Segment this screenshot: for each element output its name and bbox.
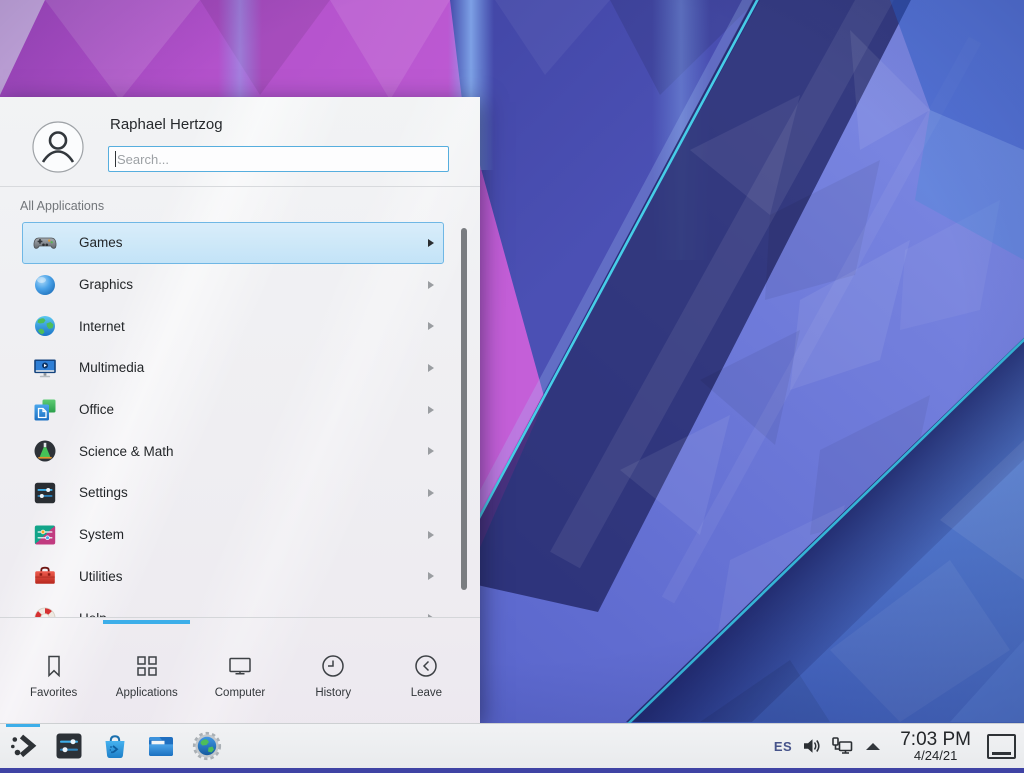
network-icon[interactable] [832,737,854,755]
category-label: Internet [79,319,125,334]
user-avatar[interactable] [32,121,84,173]
submenu-arrow-icon [428,322,434,330]
submenu-arrow-icon [428,364,434,372]
volume-icon[interactable] [802,737,822,755]
submenu-arrow-icon [428,489,434,497]
tab-leave[interactable]: Leave [380,625,473,723]
clock-icon [319,652,347,680]
help-lifebuoy-icon [32,605,58,617]
category-row-office[interactable]: Office [22,389,444,431]
text-cursor [115,151,116,167]
tray-expand-arrow-icon[interactable] [866,743,880,750]
clock-time: 7:03 PM [900,730,971,749]
discover-button[interactable] [100,731,130,761]
discover-bag-icon [100,731,130,761]
submenu-arrow-icon [428,281,434,289]
search-field-wrap [108,146,449,172]
category-row-help[interactable]: Help [22,597,444,617]
category-row-science[interactable]: Science & Math [22,430,444,472]
submenu-arrow-icon [428,531,434,539]
category-label: Office [79,402,114,417]
graphics-sphere-icon [32,272,58,298]
tab-label: Leave [411,687,442,699]
active-tab-indicator [103,620,190,624]
bookmark-icon [40,652,68,680]
category-row-games[interactable]: Games [22,222,444,264]
user-name: Raphael Hertzog [110,116,223,133]
gamepad-icon [32,230,58,256]
office-documents-icon [32,397,58,423]
system-sliders-icon [32,522,58,548]
category-label: Settings [79,485,128,500]
submenu-arrow-icon [428,447,434,455]
category-label: Games [79,235,123,250]
taskbar-launchers [0,731,222,761]
search-input[interactable] [108,146,449,172]
leave-circle-icon [412,652,440,680]
app-grid-icon [133,652,161,680]
category-row-settings[interactable]: Settings [22,472,444,514]
category-row-graphics[interactable]: Graphics [22,264,444,306]
dolphin-file-manager-button[interactable] [146,731,176,761]
keyboard-layout-indicator[interactable]: ES [774,739,792,754]
settings-sliders-icon [32,480,58,506]
tab-favorites[interactable]: Favorites [7,625,100,723]
clock-date: 4/24/21 [900,749,971,762]
tab-label: Computer [215,687,266,699]
tab-history[interactable]: History [287,625,380,723]
kde-plasma-logo-icon [8,731,38,761]
system-tray: ES 7:03 PM 4/24/21 [774,730,1024,763]
list-scrollbar[interactable] [461,228,467,590]
submenu-arrow-icon [428,239,434,247]
category-row-system[interactable]: System [22,514,444,556]
tab-label: Favorites [30,687,77,699]
show-desktop-button[interactable] [987,734,1016,759]
submenu-arrow-icon [428,572,434,580]
category-label: Graphics [79,277,133,292]
konqueror-browser-button[interactable] [192,731,222,761]
system-settings-button[interactable] [54,731,84,761]
tab-computer[interactable]: Computer [193,625,286,723]
section-label: All Applications [20,199,104,213]
taskbar-panel: ES 7:03 PM 4/24/21 [0,723,1024,768]
category-row-utilities[interactable]: Utilities [22,556,444,598]
submenu-arrow-icon [428,406,434,414]
kickoff-launcher-button[interactable] [8,731,38,761]
monitor-icon [226,652,254,680]
category-row-internet[interactable]: Internet [22,305,444,347]
tab-label: History [315,687,351,699]
application-category-list: Games Graphics Internet [0,222,480,617]
category-label: Science & Math [79,444,174,459]
category-row-multimedia[interactable]: Multimedia [22,347,444,389]
folder-icon [146,731,176,761]
globe-gear-icon [192,731,222,761]
category-label: Multimedia [79,360,144,375]
utilities-toolbox-icon [32,563,58,589]
science-flask-icon [32,438,58,464]
launcher-header: Raphael Hertzog [0,97,480,187]
kickoff-launcher-popup: Raphael Hertzog All Applications Games [0,97,480,723]
digital-clock[interactable]: 7:03 PM 4/24/21 [900,730,971,763]
launcher-tabbar: Favorites Applications Computer History [7,625,473,723]
tabbar-divider [0,617,480,618]
globe-icon [32,313,58,339]
tab-label: Applications [116,687,178,699]
category-label: System [79,527,124,542]
multimedia-monitor-icon [32,355,58,381]
category-label: Utilities [79,569,123,584]
system-settings-icon [54,731,84,761]
tab-applications[interactable]: Applications [100,625,193,723]
